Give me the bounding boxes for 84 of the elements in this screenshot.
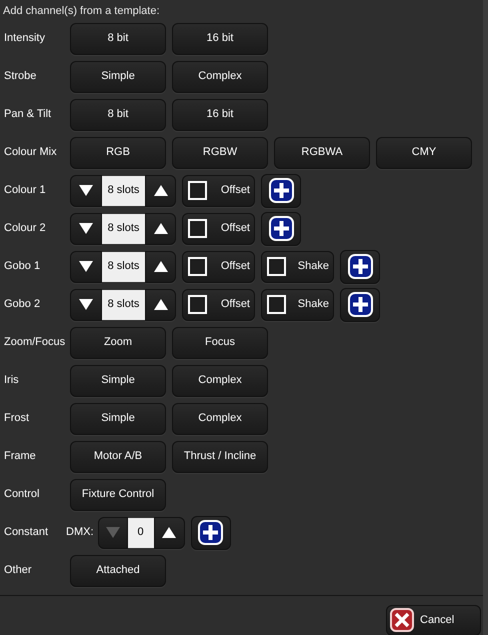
checkbox[interactable] xyxy=(267,295,286,314)
template-button[interactable]: Simple xyxy=(70,60,166,92)
up-arrow-icon xyxy=(154,185,168,196)
down-arrow-icon xyxy=(79,223,93,234)
row-label: Gobo 2 xyxy=(3,297,42,312)
row-label: Frost xyxy=(3,411,30,426)
checkbox[interactable] xyxy=(188,295,207,314)
decrement-button[interactable] xyxy=(70,174,102,206)
checkbox[interactable] xyxy=(188,181,207,200)
up-arrow-icon xyxy=(154,299,168,310)
increment-button[interactable] xyxy=(145,288,176,320)
template-button[interactable]: RGBWA xyxy=(274,136,370,168)
template-button[interactable]: Attached xyxy=(70,554,166,586)
row-label: Colour 1 xyxy=(3,183,47,198)
template-button[interactable]: Simple xyxy=(70,364,166,396)
row-label: Strobe xyxy=(3,69,38,84)
template-button[interactable]: 16 bit xyxy=(172,98,268,130)
up-arrow-icon xyxy=(162,527,176,538)
row-label: Pan & Tilt xyxy=(3,107,52,122)
close-icon xyxy=(390,608,414,632)
value-field[interactable]: 0 xyxy=(128,518,154,548)
dmx-label: DMX: xyxy=(66,525,94,540)
template-button[interactable]: RGBW xyxy=(172,136,268,168)
template-button[interactable]: Motor A/B xyxy=(70,440,166,472)
cancel-button[interactable]: Cancel xyxy=(386,604,481,635)
add-button[interactable] xyxy=(190,516,230,550)
increment-button[interactable] xyxy=(154,516,184,548)
plus-icon xyxy=(198,520,223,545)
add-button[interactable] xyxy=(340,288,380,322)
checkbox-option[interactable]: Offset xyxy=(182,212,255,244)
template-button[interactable]: Complex xyxy=(172,364,268,396)
template-button[interactable]: Fixture Control xyxy=(70,478,166,510)
row-label: Frame xyxy=(3,449,37,464)
template-button[interactable]: RGB xyxy=(70,136,166,168)
row-label: Gobo 1 xyxy=(3,259,42,274)
template-button[interactable]: Focus xyxy=(172,326,268,358)
row-label: Other xyxy=(3,563,33,578)
add-button[interactable] xyxy=(261,174,301,208)
checkbox-option[interactable]: Shake xyxy=(261,288,334,320)
checkbox[interactable] xyxy=(267,257,286,276)
dialog-heading: Add channel(s) from a template: xyxy=(2,4,161,19)
checkbox-option[interactable]: Offset xyxy=(182,250,255,282)
plus-icon xyxy=(268,178,294,203)
row-label: Zoom/Focus xyxy=(3,335,66,350)
template-button[interactable]: Thrust / Incline xyxy=(172,440,268,472)
checkbox-option[interactable]: Offset xyxy=(182,288,255,320)
template-button[interactable]: 8 bit xyxy=(70,22,166,54)
decrement-button[interactable] xyxy=(70,212,102,244)
down-arrow-icon xyxy=(79,261,93,272)
row-label: Colour Mix xyxy=(3,145,58,160)
increment-button[interactable] xyxy=(145,174,176,206)
down-arrow-icon xyxy=(79,299,93,310)
increment-button[interactable] xyxy=(145,250,176,282)
value-field[interactable]: 8 slots xyxy=(102,176,145,206)
value-field[interactable]: 8 slots xyxy=(102,214,145,244)
template-button[interactable]: 8 bit xyxy=(70,98,166,130)
template-button[interactable]: Complex xyxy=(172,60,268,92)
template-button[interactable]: CMY xyxy=(376,136,472,168)
value-field[interactable]: 8 slots xyxy=(102,252,145,282)
template-button[interactable]: Complex xyxy=(172,402,268,434)
checkbox[interactable] xyxy=(188,219,207,238)
decrement-button[interactable] xyxy=(70,288,102,320)
template-button[interactable]: Zoom xyxy=(70,326,166,358)
row-label: Colour 2 xyxy=(3,221,47,236)
add-button[interactable] xyxy=(261,212,301,246)
value-field[interactable]: 8 slots xyxy=(102,290,145,320)
checkbox-option[interactable]: Shake xyxy=(261,250,334,282)
plus-icon xyxy=(268,216,294,241)
checkbox-option[interactable]: Offset xyxy=(182,174,255,206)
up-arrow-icon xyxy=(154,261,168,272)
template-button[interactable]: Simple xyxy=(70,402,166,434)
decrement-button[interactable] xyxy=(70,250,102,282)
row-label: Intensity xyxy=(3,31,46,46)
increment-button[interactable] xyxy=(145,212,176,244)
plus-icon xyxy=(348,292,372,317)
plus-icon xyxy=(348,254,372,279)
down-arrow-icon xyxy=(106,527,120,538)
row-label: Iris xyxy=(3,373,20,388)
template-button[interactable]: 16 bit xyxy=(172,22,268,54)
down-arrow-icon xyxy=(79,185,93,196)
add-button[interactable] xyxy=(340,250,380,284)
up-arrow-icon xyxy=(154,223,168,234)
checkbox[interactable] xyxy=(188,257,207,276)
row-label: Control xyxy=(3,487,40,502)
